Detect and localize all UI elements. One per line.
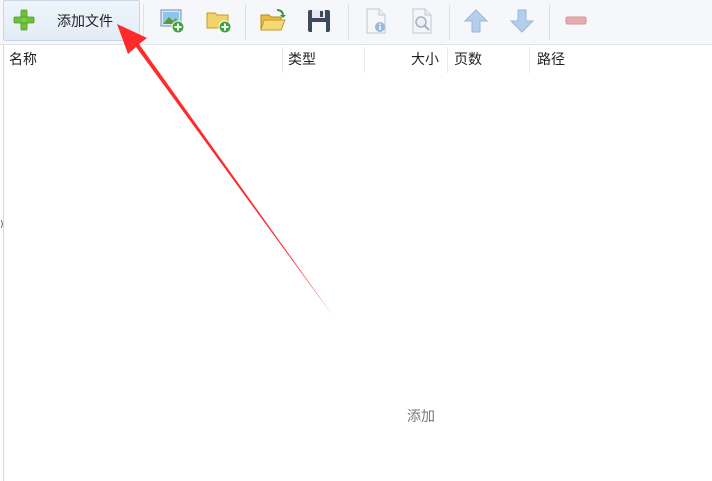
annotation-arrow bbox=[117, 24, 333, 316]
